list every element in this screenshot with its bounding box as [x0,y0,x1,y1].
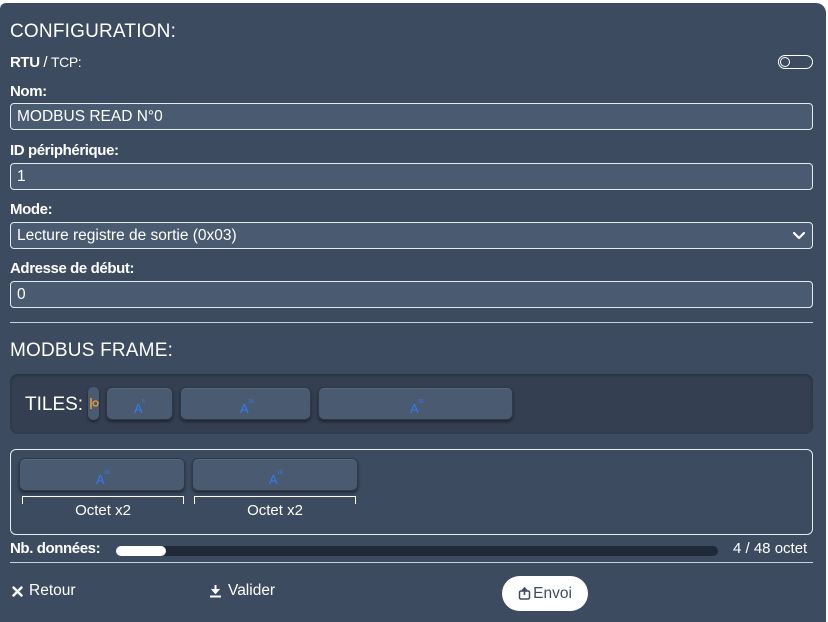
rtu-tcp-separator: / [39,54,51,71]
frame-section-title: MODBUS FRAME: [10,340,174,361]
validate-button[interactable]: Valider [209,582,275,600]
chevron-down-icon [792,231,806,240]
footer-divider [10,562,813,563]
name-input[interactable]: MODBUS READ N°0 [10,103,813,130]
send-button-label: Envoi [533,584,572,602]
send-button[interactable]: Envoi [502,576,588,611]
back-button-label: Retour [29,582,76,599]
data-count-label: Nb. données: [10,540,101,557]
handle-icon [90,398,99,409]
section-divider [10,322,813,323]
tiles-label: TILES: [25,394,84,415]
rtu-tcp-toggle[interactable] [778,55,813,69]
tile-16bit[interactable]: A 16 [180,387,311,420]
slot-size-label: Octet x2 [247,502,303,519]
tcp-label: TCP: [50,54,82,70]
data-count-progress [116,546,718,556]
device-id-input[interactable]: 1 [10,163,813,190]
modbus-config-panel: CONFIGURATION: RTU / TCP: Nom: MODBUS RE… [0,3,826,622]
mode-switch-label: RTU / TCP: [10,54,82,71]
validate-button-label: Valider [228,582,276,599]
tile-32bit[interactable]: A 32 [318,387,513,420]
svg-text:16: 16 [248,398,254,404]
config-section-title: CONFIGURATION: [10,21,177,42]
frame-drop-zone[interactable]: A 16 A 16 Octet x2 Octet x2 [10,449,813,535]
data-count-value: 4 / 48 octet [733,540,808,557]
start-address-input[interactable]: 0 [10,281,813,308]
data-count-progress-fill [116,546,166,556]
mode-select-value: Lecture registre de sortie (0x03) [17,227,237,244]
mode-label: Mode: [10,201,53,218]
text-format-icon: A 16 [96,469,110,485]
slot-size-label: Octet x2 [75,502,131,519]
back-button[interactable]: Retour [12,582,76,600]
text-format-icon: A 32 [410,398,424,414]
download-icon [210,585,221,598]
text-format-icon: A 16 [240,398,254,414]
drag-handle[interactable] [88,387,99,420]
mode-select[interactable]: Lecture registre de sortie (0x03) [10,222,813,249]
frame-slot-1[interactable]: A 16 [19,458,185,491]
name-label: Nom: [10,83,47,100]
rtu-label: RTU [10,54,40,71]
svg-text:16: 16 [104,469,110,475]
tile-8bit[interactable]: A 8 [106,387,173,420]
text-format-icon: A 8 [134,398,145,414]
text-format-icon: A 16 [269,469,283,485]
frame-slot-2[interactable]: A 16 [192,458,358,491]
svg-text:8: 8 [142,398,145,404]
close-icon [12,585,23,597]
device-id-label: ID périphérique: [10,142,119,159]
upload-icon [518,587,531,600]
tiles-palette: TILES: A 8 A 16 A 32 [10,374,813,434]
svg-text:16: 16 [277,469,283,475]
toggle-knob [780,56,790,67]
start-address-label: Adresse de début: [10,260,135,277]
svg-text:32: 32 [418,398,424,404]
